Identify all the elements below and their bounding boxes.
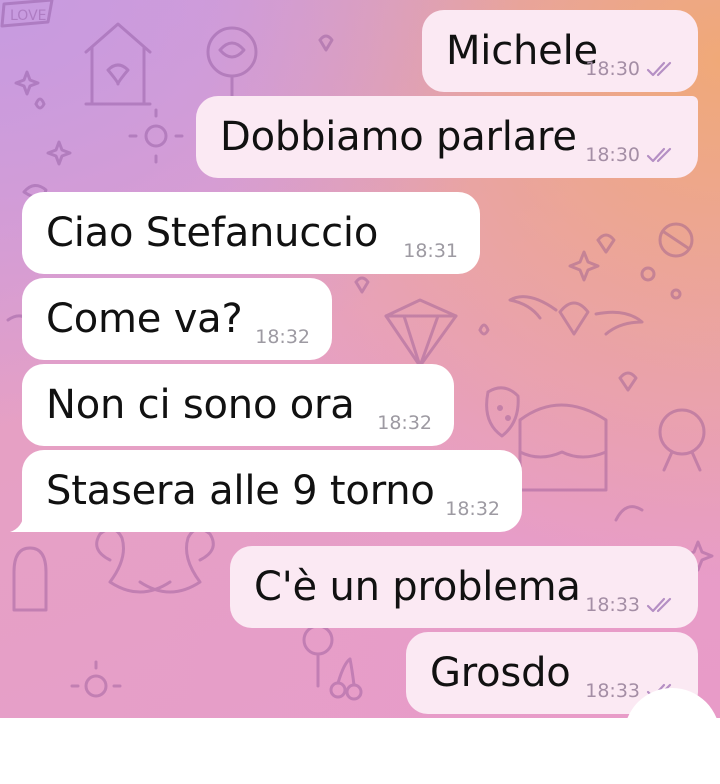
message-text: Dobbiamo parlare xyxy=(220,114,577,160)
message-meta: 18:33 xyxy=(585,594,676,616)
message-bubble-incoming[interactable]: Ciao Stefanuccio 18:31 xyxy=(22,192,480,274)
message-meta: 18:31 xyxy=(403,240,458,262)
message-time: 18:31 xyxy=(403,240,458,262)
message-time: 18:33 xyxy=(585,680,640,702)
message-meta: 18:32 xyxy=(445,498,500,520)
scroll-down-button[interactable] xyxy=(624,688,720,784)
sparkle-doodle xyxy=(568,250,600,282)
diamond-heart-doodle xyxy=(384,298,458,368)
message-text: Grosdo xyxy=(430,650,571,696)
cherries-doodle xyxy=(329,657,363,701)
double-check-icon xyxy=(646,61,676,77)
message-meta: 18:32 xyxy=(255,326,310,348)
candy-doodle xyxy=(658,222,694,258)
message-bubble-incoming[interactable]: Come va? 18:32 xyxy=(22,278,332,360)
message-time: 18:32 xyxy=(445,498,500,520)
message-text: Stasera alle 9 torno xyxy=(46,468,435,514)
mitten-doodle xyxy=(12,546,48,612)
message-text: Ciao Stefanuccio xyxy=(46,210,379,256)
drop-doodle xyxy=(34,97,46,110)
heart-doodle xyxy=(596,233,616,254)
heart-doodle xyxy=(318,34,334,52)
message-text: C'è un problema xyxy=(254,564,581,610)
rose-doodle xyxy=(206,26,258,98)
cake-doodle xyxy=(518,403,608,492)
bubble-doodle xyxy=(640,266,656,282)
winged-heart-doodle xyxy=(508,295,644,336)
strawberry-doodle xyxy=(485,386,520,438)
sun-doodle xyxy=(128,108,184,164)
message-meta: 18:30 xyxy=(585,58,676,80)
message-text: Non ci sono ora xyxy=(46,382,355,428)
heart-doodle xyxy=(618,371,638,392)
message-meta: 18:30 xyxy=(585,144,676,166)
message-time: 18:32 xyxy=(377,412,432,434)
message-bubble-incoming[interactable]: Stasera alle 9 torno 18:32 xyxy=(22,450,522,532)
leaf-doodle xyxy=(614,505,644,522)
sparkle-doodle xyxy=(14,70,40,96)
message-time: 18:30 xyxy=(585,144,640,166)
medal-doodle xyxy=(658,408,706,472)
message-bubble-outgoing[interactable]: Michele 18:30 xyxy=(422,10,698,92)
lollipop-doodle xyxy=(302,624,334,688)
drop-doodle xyxy=(478,323,490,336)
bubble-tail xyxy=(10,514,28,532)
message-text: Michele xyxy=(446,28,598,74)
birdhouse-doodle xyxy=(84,22,152,106)
message-text: Come va? xyxy=(46,296,243,342)
bubble-doodle xyxy=(670,288,682,300)
heart-doodle xyxy=(354,276,370,294)
message-bubble-outgoing[interactable]: Dobbiamo parlare 18:30 xyxy=(196,96,698,178)
sparkle-doodle xyxy=(46,140,72,166)
message-time: 18:30 xyxy=(585,58,640,80)
swans-doodle xyxy=(95,527,215,594)
message-time: 18:32 xyxy=(255,326,310,348)
double-check-icon xyxy=(646,147,676,163)
love-tag-doodle: LOVE xyxy=(0,0,54,28)
message-bubble-outgoing[interactable]: C'è un problema 18:33 xyxy=(230,546,698,628)
message-meta: 18:32 xyxy=(377,412,432,434)
message-bubble-incoming[interactable]: Non ci sono ora 18:32 xyxy=(22,364,454,446)
sun-doodle-bottom xyxy=(70,660,122,698)
message-time: 18:33 xyxy=(585,594,640,616)
double-check-icon xyxy=(646,597,676,613)
svg-text:LOVE: LOVE xyxy=(10,8,47,24)
